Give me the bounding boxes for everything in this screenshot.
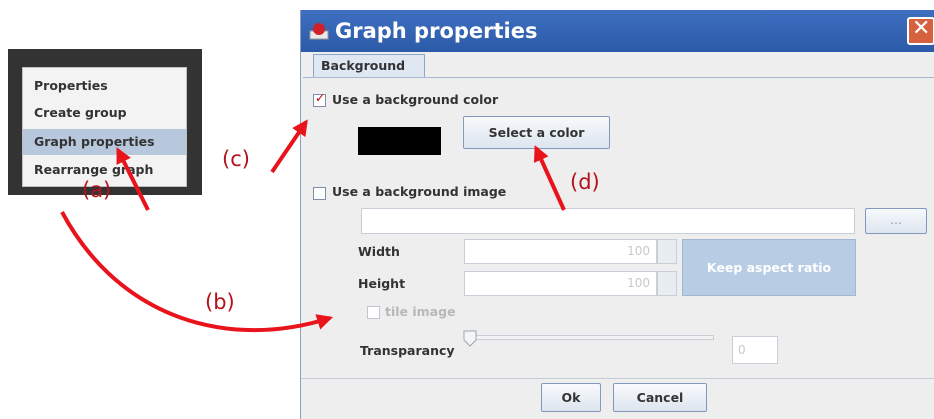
- arrow-a: [116, 147, 150, 211]
- arrow-d: [533, 145, 566, 211]
- annotation-a: (a): [82, 178, 112, 202]
- arrow-b: [60, 211, 334, 333]
- annotation-arrows: [60, 119, 566, 333]
- arrow-c: [270, 119, 308, 174]
- annotation-c: (c): [222, 147, 250, 171]
- annotation-b: (b): [205, 290, 235, 314]
- annotation-d: (d): [570, 170, 600, 194]
